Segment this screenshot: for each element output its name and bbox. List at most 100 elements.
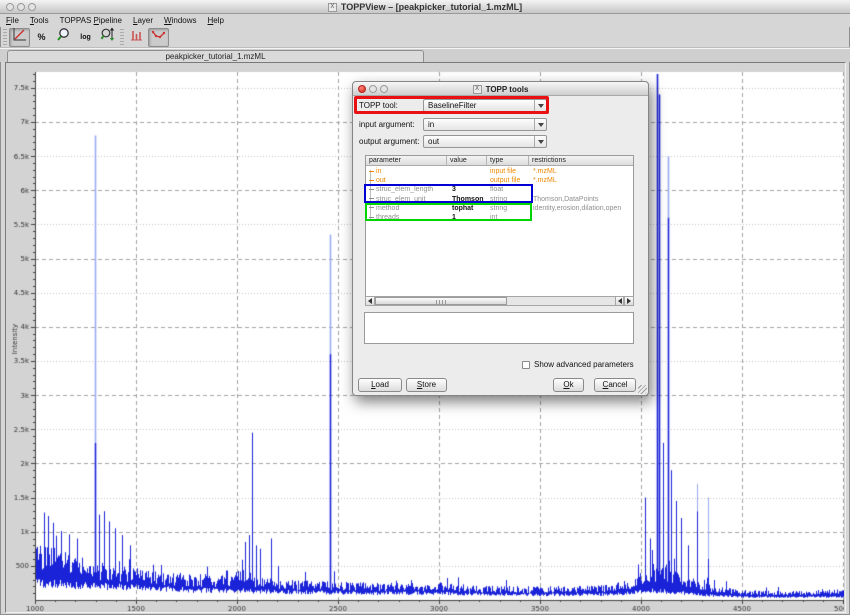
parameter-value-cell[interactable]: 1 [447, 213, 487, 222]
parameter-name-cell: method [366, 204, 447, 213]
show-advanced-label: Show advanced parameters [534, 360, 634, 369]
show-advanced-checkbox[interactable] [522, 361, 530, 369]
toolbar-button-percentage[interactable]: % [31, 28, 52, 47]
toolbar-button-log[interactable]: log [75, 28, 96, 47]
dialog-titlebar: X TOPP tools [353, 82, 648, 96]
parameter-row-struc_elem_unit[interactable]: struc_elem_unitThomsonstringThomson,Data… [366, 195, 633, 204]
parameter-row-in[interactable]: ininput file*.mzML [366, 167, 633, 176]
parameter-restrictions-cell: *.mzML [529, 176, 633, 185]
parameter-restrictions-cell: identity,erosion,dilation,open [529, 204, 633, 213]
parameter-restrictions-cell: *.mzML [529, 167, 633, 176]
window-titlebar: X TOPPView – [peakpicker_tutorial_1.mzML… [0, 0, 850, 14]
parameter-name-cell: struc_elem_unit [366, 195, 447, 204]
magnifier-icon [56, 27, 71, 47]
menu-item-windows[interactable]: Windows [164, 16, 196, 25]
parameter-name-cell: threads [366, 213, 447, 222]
parameter-table-body: ininput file*.mzMLoutoutput file*.mzMLst… [366, 167, 633, 222]
scrollbar-thumb[interactable] [375, 297, 507, 305]
parameter-value-cell[interactable]: tophat [447, 204, 487, 213]
topp-tool-dropdown-button[interactable] [534, 100, 546, 111]
topp-tool-combobox[interactable]: BaselineFilter [423, 99, 547, 112]
parameter-table-header: parameter value type restrictions [366, 156, 633, 166]
column-header-type[interactable]: type [487, 156, 529, 165]
ok-button[interactable]: Ok [553, 378, 584, 392]
axes-icon [12, 27, 27, 47]
dialog-title: TOPP tools [486, 85, 529, 94]
toppview-window: X TOPPView – [peakpicker_tutorial_1.mzML… [0, 0, 850, 615]
parameter-row-method[interactable]: methodtophatstringidentity,erosion,dilat… [366, 204, 633, 213]
topp-tools-dialog: X TOPP tools TOPP tool: BaselineFilter i… [352, 81, 649, 396]
app-icon: X [328, 3, 337, 12]
parameter-restrictions-cell: Thomson,DataPoints [529, 195, 633, 204]
parameter-description-box [364, 312, 634, 344]
tree-branch-icon [369, 189, 374, 190]
menu-item-help[interactable]: Help [208, 16, 224, 25]
chevron-down-icon [538, 104, 544, 108]
parameter-type-cell: string [487, 204, 529, 213]
window-title-wrap: X TOPPView – [peakpicker_tutorial_1.mzML… [0, 0, 850, 14]
cancel-button[interactable]: Cancel [594, 378, 636, 392]
menubar: File Tools TOPPAS Pipeline Layer Windows Help [0, 14, 850, 27]
dialog-app-icon: X [473, 85, 482, 94]
scroll-right-button[interactable] [624, 297, 633, 305]
scrollbar-grip [436, 300, 446, 304]
parameter-value-cell[interactable] [447, 167, 487, 176]
toolbar: % log [0, 27, 850, 48]
parameter-name-cell: struc_elem_length [366, 185, 447, 194]
dialog-resize-grip[interactable] [638, 385, 647, 394]
parameter-row-struc_elem_length[interactable]: struc_elem_length3float [366, 185, 633, 194]
parameter-value-cell[interactable] [447, 176, 487, 185]
toolbar-button-draw-profile[interactable] [148, 28, 169, 47]
toolbar-separator [120, 29, 124, 45]
tree-branch-icon [369, 207, 374, 208]
scroll-left-button-2[interactable] [615, 297, 624, 305]
load-button[interactable]: Load [358, 378, 402, 392]
parameter-value-cell[interactable]: 3 [447, 185, 487, 194]
input-argument-value: in [428, 119, 434, 130]
arrow-left-icon [368, 298, 372, 304]
tree-branch-icon [369, 198, 374, 199]
parameter-table[interactable]: parameter value type restrictions ininpu… [365, 155, 634, 297]
peaks-draw-mode-icon [129, 27, 144, 47]
chevron-down-icon [538, 140, 544, 144]
parameter-type-cell: string [487, 195, 529, 204]
parameter-value-cell[interactable]: Thomson [447, 195, 487, 204]
dialog-title-wrap: X TOPP tools [353, 82, 648, 96]
column-header-value[interactable]: value [447, 156, 487, 165]
table-horizontal-scrollbar[interactable] [365, 296, 634, 306]
percentage-icon: % [37, 32, 45, 42]
menu-item-file[interactable]: File [6, 16, 19, 25]
menu-item-tools[interactable]: Tools [30, 16, 49, 25]
input-argument-combobox[interactable]: in [423, 118, 547, 131]
toolbar-button-draw-peaks[interactable] [126, 28, 147, 47]
parameter-restrictions-cell [529, 213, 633, 222]
output-argument-dropdown-button[interactable] [534, 136, 546, 147]
tabbar: peakpicker_tutorial_1.mzML [0, 48, 850, 62]
parameter-type-cell: int [487, 213, 529, 222]
profile-draw-mode-icon [151, 27, 167, 47]
toolbar-button-zoom[interactable] [53, 28, 74, 47]
window-title: TOPPView – [peakpicker_tutorial_1.mzML] [341, 2, 522, 12]
column-header-restrictions[interactable]: restrictions [529, 156, 633, 165]
chevron-down-icon [538, 123, 544, 127]
parameter-restrictions-cell [529, 185, 633, 194]
output-argument-combobox[interactable]: out [423, 135, 547, 148]
scroll-left-button[interactable] [366, 297, 375, 305]
parameter-name-cell: out [366, 176, 447, 185]
toolbar-drag-handle[interactable] [3, 29, 7, 45]
output-argument-value: out [428, 136, 439, 147]
toolbar-button-axes[interactable] [9, 28, 30, 47]
parameter-row-threads[interactable]: threads1int [366, 213, 633, 222]
store-button[interactable]: Store [406, 378, 447, 392]
menu-item-layer[interactable]: Layer [133, 16, 153, 25]
log-scale-icon: log [80, 34, 91, 41]
zoom-stepper-icon [100, 27, 116, 47]
arrow-right-icon [627, 298, 631, 304]
menu-item-toppas-pipeline[interactable]: TOPPAS Pipeline [60, 16, 122, 25]
parameter-type-cell: input file [487, 167, 529, 176]
output-argument-label: output argument: [359, 135, 419, 148]
parameter-row-out[interactable]: outoutput file*.mzML [366, 176, 633, 185]
input-argument-dropdown-button[interactable] [534, 119, 546, 130]
toolbar-button-zoom-stepper[interactable] [97, 28, 118, 47]
column-header-parameter[interactable]: parameter [366, 156, 447, 165]
